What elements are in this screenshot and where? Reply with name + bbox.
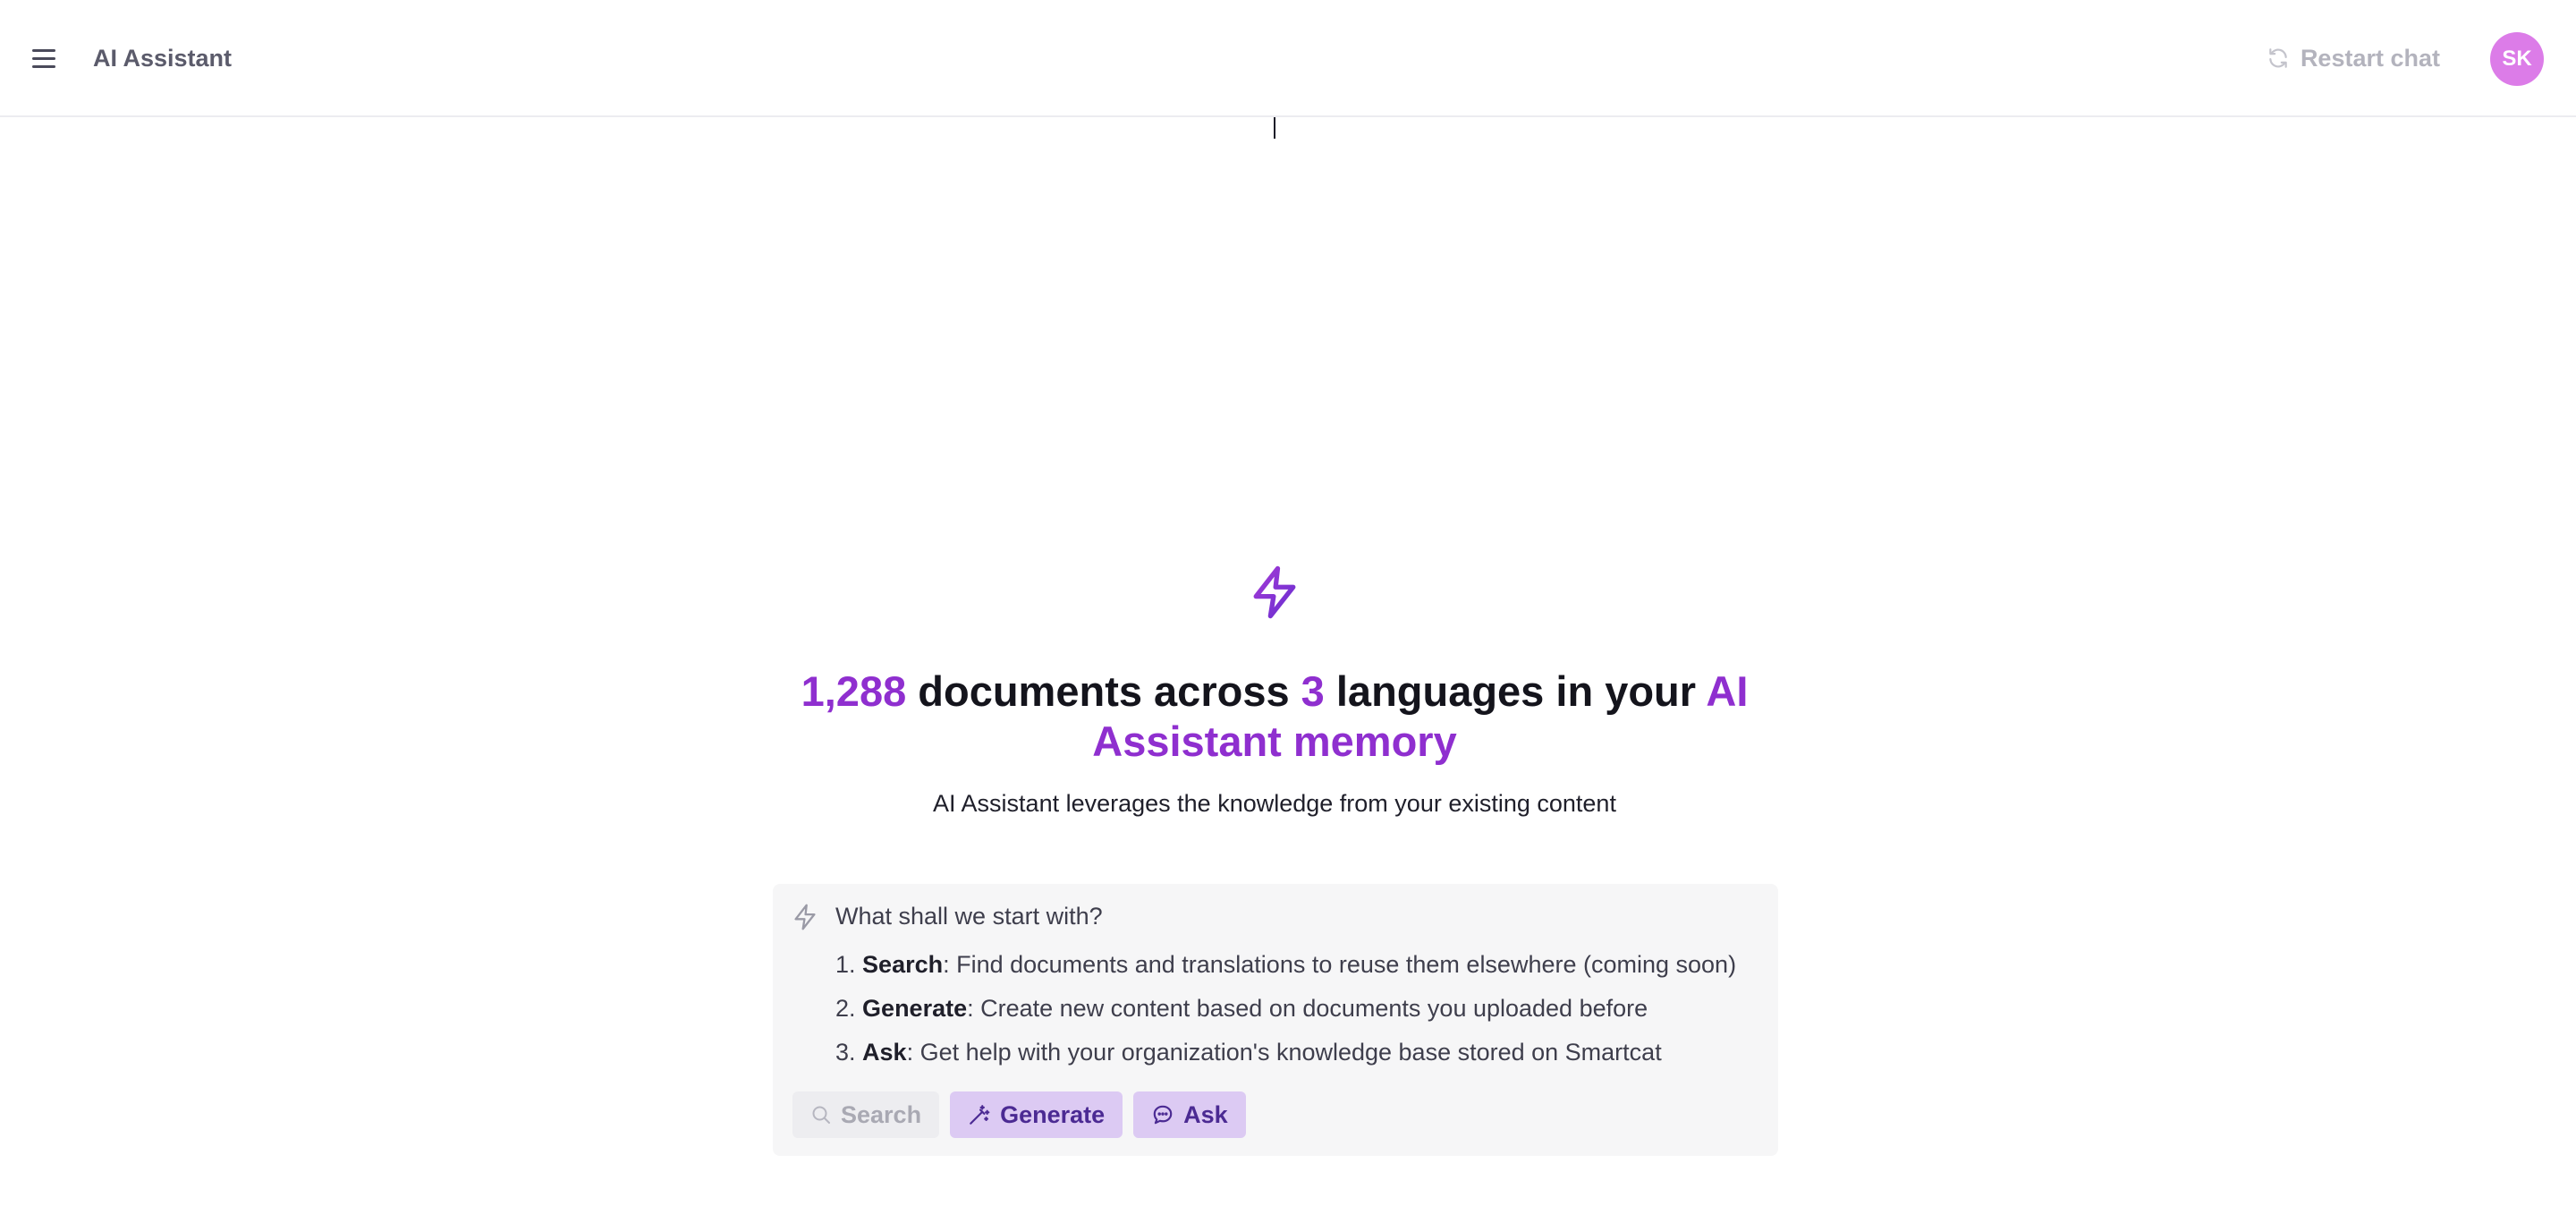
restart-chat-label: Restart chat — [2300, 45, 2440, 72]
headline-text-documents: documents across — [906, 667, 1301, 715]
suggestion-list: 1. Search: Find documents and translatio… — [835, 943, 1736, 1074]
lightning-bolt-icon — [794, 904, 816, 930]
mode-buttons: Search Generate Ask — [792, 1091, 1246, 1138]
user-avatar[interactable]: SK — [2490, 32, 2544, 86]
list-item: 2. Generate: Create new content based on… — [835, 987, 1736, 1031]
list-item-title: Generate — [862, 995, 968, 1022]
hero-subtitle: AI Assistant leverages the knowledge fro… — [933, 790, 1616, 817]
headline-text-languages: languages in your — [1324, 667, 1707, 715]
chat-bubble-icon — [1153, 1105, 1173, 1125]
restart-chat-button[interactable]: Restart chat — [2267, 41, 2440, 75]
list-item: 1. Search: Find documents and translatio… — [835, 943, 1736, 987]
language-count: 3 — [1301, 667, 1325, 715]
document-count: 1,288 — [801, 667, 907, 715]
memory-headline: 1,288 documents across 3 languages in yo… — [751, 667, 1798, 767]
generate-button[interactable]: Generate — [950, 1091, 1123, 1138]
top-bar: AI Assistant Restart chat SK — [0, 0, 2576, 117]
ask-button[interactable]: Ask — [1133, 1091, 1246, 1138]
list-item-description: : Find documents and translations to reu… — [943, 951, 1737, 978]
list-item-description: : Get help with your organization's know… — [906, 1039, 1662, 1066]
list-item: 3. Ask: Get help with your organization'… — [835, 1031, 1736, 1074]
list-item-number: 1. — [835, 951, 856, 978]
list-item-title: Ask — [862, 1039, 907, 1066]
search-button-label: Search — [841, 1100, 922, 1128]
search-icon — [812, 1106, 830, 1124]
ask-button-label: Ask — [1183, 1100, 1228, 1128]
list-item-number: 2. — [835, 995, 856, 1022]
search-button[interactable]: Search — [792, 1091, 940, 1138]
app-title: AI Assistant — [93, 45, 233, 72]
list-item-title: Search — [862, 951, 944, 978]
suggestion-card: What shall we start with? 1. Search: Fin… — [773, 884, 1778, 1156]
hamburger-menu-icon[interactable] — [32, 41, 63, 75]
list-item-description: : Create new content based on documents … — [967, 995, 1648, 1022]
list-item-number: 3. — [835, 1039, 856, 1066]
magic-wand-icon — [970, 1105, 990, 1125]
lightning-bolt-icon — [1253, 565, 1296, 619]
text-cursor — [1274, 117, 1275, 139]
refresh-icon — [2269, 48, 2287, 68]
generate-button-label: Generate — [1000, 1100, 1106, 1128]
suggestion-prompt: What shall we start with? — [835, 903, 1103, 930]
